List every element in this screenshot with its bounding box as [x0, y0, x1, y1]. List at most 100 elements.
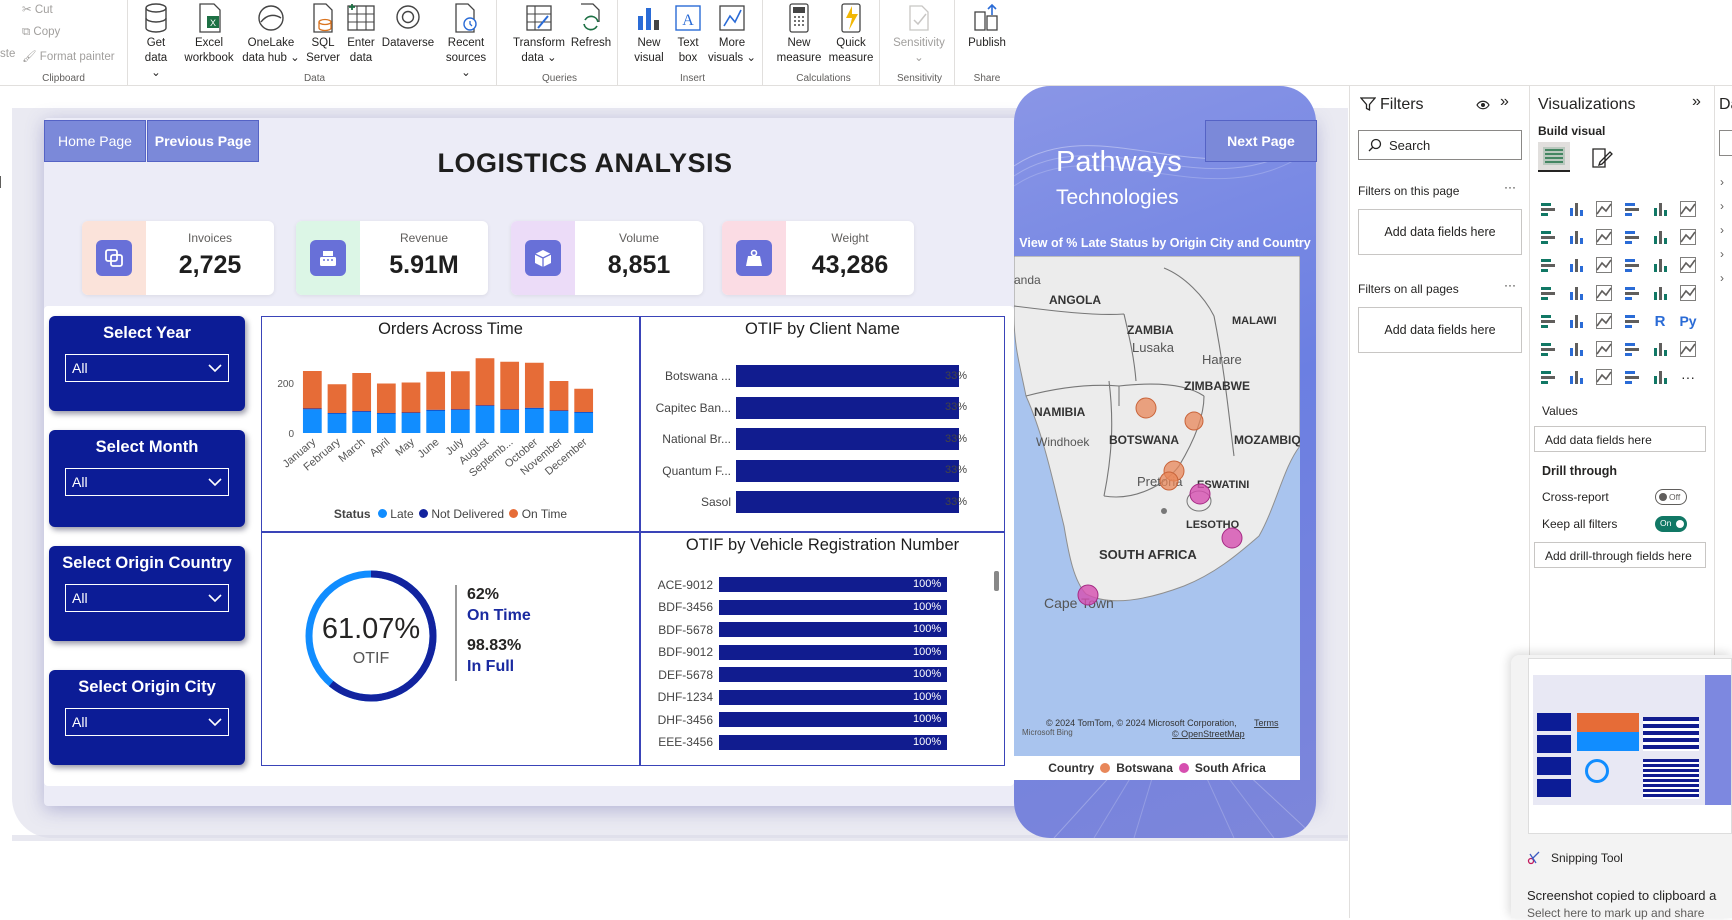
clustered-bar-icon[interactable]: [1593, 198, 1615, 220]
recent-sources-button[interactable]: Recent sources ⌄: [441, 2, 491, 81]
kpi-icon[interactable]: [1537, 310, 1559, 332]
more-visuals-button[interactable]: More visuals ⌄: [707, 2, 757, 66]
bar-segment-late[interactable]: [549, 411, 569, 433]
slicer-month[interactable]: Select Month All: [49, 430, 245, 527]
line-icon[interactable]: [1537, 226, 1559, 248]
line-column-icon[interactable]: [1621, 226, 1643, 248]
bar-segment-not-delivered[interactable]: [475, 405, 495, 406]
origin-country-dropdown[interactable]: All: [65, 584, 229, 612]
slicer-year[interactable]: Select Year All: [49, 316, 245, 411]
values-drop-zone[interactable]: Add data fields here: [1534, 426, 1706, 452]
paginated-icon[interactable]: [1649, 338, 1671, 360]
enter-data-button[interactable]: Enter data: [343, 2, 379, 66]
bar-segment-on-time[interactable]: [524, 362, 544, 408]
power-apps-icon[interactable]: [1537, 366, 1559, 388]
more-icon[interactable]: ···: [1677, 366, 1699, 388]
key-influencers-icon[interactable]: [1537, 338, 1559, 360]
bar-segment-late[interactable]: [450, 410, 470, 433]
get-data-button[interactable]: Get data ⌄: [140, 2, 172, 81]
legend-not-delivered[interactable]: Not Delivered: [431, 507, 504, 521]
narrative-icon[interactable]: [1621, 338, 1643, 360]
pie-icon[interactable]: [1621, 254, 1643, 276]
map-osm-link[interactable]: © OpenStreetMap: [1172, 729, 1245, 739]
bar-segment-on-time[interactable]: [475, 358, 495, 406]
map-bubble-botswana[interactable]: [1135, 397, 1157, 419]
legend-on-time[interactable]: On Time: [522, 507, 567, 521]
new-measure-button[interactable]: New measure: [774, 2, 824, 66]
line-clustered-icon[interactable]: [1649, 226, 1671, 248]
bar-segment-on-time[interactable]: [302, 371, 322, 409]
paste-label[interactable]: ste: [0, 48, 15, 60]
bar-segment-on-time[interactable]: [327, 384, 347, 413]
bar-segment-on-time[interactable]: [376, 383, 396, 414]
format-visual-icon[interactable]: [1590, 146, 1614, 170]
orders-chart-card[interactable]: Orders Across Time 0 200 January February Ma…: [261, 316, 640, 532]
map-bubble-botswana[interactable]: [1184, 411, 1204, 431]
legend-south-africa[interactable]: South Africa: [1195, 761, 1266, 775]
bar-segment-late[interactable]: [302, 409, 322, 433]
data-pane-title[interactable]: Da: [1719, 96, 1732, 114]
map-bubble-south-africa[interactable]: [1189, 483, 1211, 505]
filters-more-icon[interactable]: ···: [1504, 180, 1516, 194]
matrix-icon[interactable]: [1621, 310, 1643, 332]
origin-city-dropdown[interactable]: All: [65, 708, 229, 736]
bar-segment-not-delivered[interactable]: [524, 407, 544, 409]
vehicle-scrollbar[interactable]: [994, 571, 999, 591]
funnel-icon[interactable]: [1565, 254, 1587, 276]
bar[interactable]: [736, 491, 959, 513]
new-visual-button[interactable]: New visual: [629, 2, 669, 66]
map-bubble-botswana[interactable]: [1159, 471, 1179, 491]
text-box-button[interactable]: A Text box: [671, 2, 705, 66]
bar-segment-late[interactable]: [376, 413, 396, 434]
bar-segment-late[interactable]: [500, 410, 520, 433]
gauge-icon[interactable]: [1621, 282, 1643, 304]
format-painter-button[interactable]: 🖌 Format painter: [22, 49, 115, 63]
decomposition-icon[interactable]: [1565, 338, 1587, 360]
map-terms-link[interactable]: Terms: [1254, 718, 1279, 728]
snipping-tool-toast[interactable]: Snipping Tool Screenshot copied to clipb…: [1511, 655, 1732, 920]
diamond-icon[interactable]: [1621, 366, 1643, 388]
filters-all-drop-zone[interactable]: Add data fields here: [1358, 307, 1522, 353]
quick-measure-button[interactable]: Quick measure: [826, 2, 876, 66]
otif-vehicle-card[interactable]: OTIF by Vehicle Registration Number ACE-…: [640, 532, 1005, 766]
filters-all-more-icon[interactable]: ···: [1504, 278, 1516, 292]
drill-through-drop-zone[interactable]: Add drill-through fields here: [1534, 542, 1706, 568]
bar-segment-late[interactable]: [524, 408, 544, 434]
publish-button[interactable]: Publish: [962, 2, 1012, 51]
qa-icon[interactable]: [1593, 338, 1615, 360]
stacked-area-icon[interactable]: [1593, 226, 1615, 248]
bar-segment-not-delivered[interactable]: [450, 409, 470, 410]
bar-segment-on-time[interactable]: [574, 388, 594, 412]
area-icon[interactable]: [1565, 226, 1587, 248]
bar-segment-on-time[interactable]: [500, 361, 520, 410]
treemap-icon[interactable]: [1677, 254, 1699, 276]
bar-segment-not-delivered[interactable]: [327, 413, 347, 414]
copy-button[interactable]: ⧉ Copy: [22, 26, 60, 39]
dataverse-button[interactable]: Dataverse: [381, 2, 435, 51]
keep-filters-toggle[interactable]: On: [1655, 516, 1687, 532]
bar[interactable]: [736, 396, 959, 419]
bar-segment-not-delivered[interactable]: [549, 410, 569, 412]
bar[interactable]: [736, 459, 959, 482]
onelake-button[interactable]: OneLake data hub ⌄: [241, 2, 301, 66]
kite-icon[interactable]: [1649, 366, 1671, 388]
bar-segment-on-time[interactable]: [352, 373, 372, 411]
waterfall-icon[interactable]: [1537, 254, 1559, 276]
arcgis-icon[interactable]: [1593, 366, 1615, 388]
python-visual-icon[interactable]: Py: [1677, 310, 1699, 332]
data-search-edge[interactable]: [1719, 130, 1732, 156]
power-automate-icon[interactable]: [1565, 366, 1587, 388]
100-column-icon[interactable]: [1677, 198, 1699, 220]
filter-search-box[interactable]: Search: [1358, 130, 1522, 160]
year-dropdown[interactable]: All: [65, 354, 229, 382]
stacked-column-icon[interactable]: [1565, 198, 1587, 220]
build-visual-tab[interactable]: [1538, 142, 1570, 172]
map-visual[interactable]: anda ANGOLA ZAMBIA Lusaka MALAWI Harare …: [1014, 256, 1300, 756]
r-visual-icon[interactable]: R: [1649, 310, 1671, 332]
otif-card[interactable]: 61.07% OTIF 62% On Time 98.83% In Full: [261, 532, 640, 766]
bar-segment-not-delivered[interactable]: [376, 413, 396, 414]
next-page-button[interactable]: Next Page: [1205, 120, 1317, 162]
clustered-column-icon[interactable]: [1621, 198, 1643, 220]
bar-segment-not-delivered[interactable]: [574, 412, 594, 413]
card-icon[interactable]: [1649, 282, 1671, 304]
